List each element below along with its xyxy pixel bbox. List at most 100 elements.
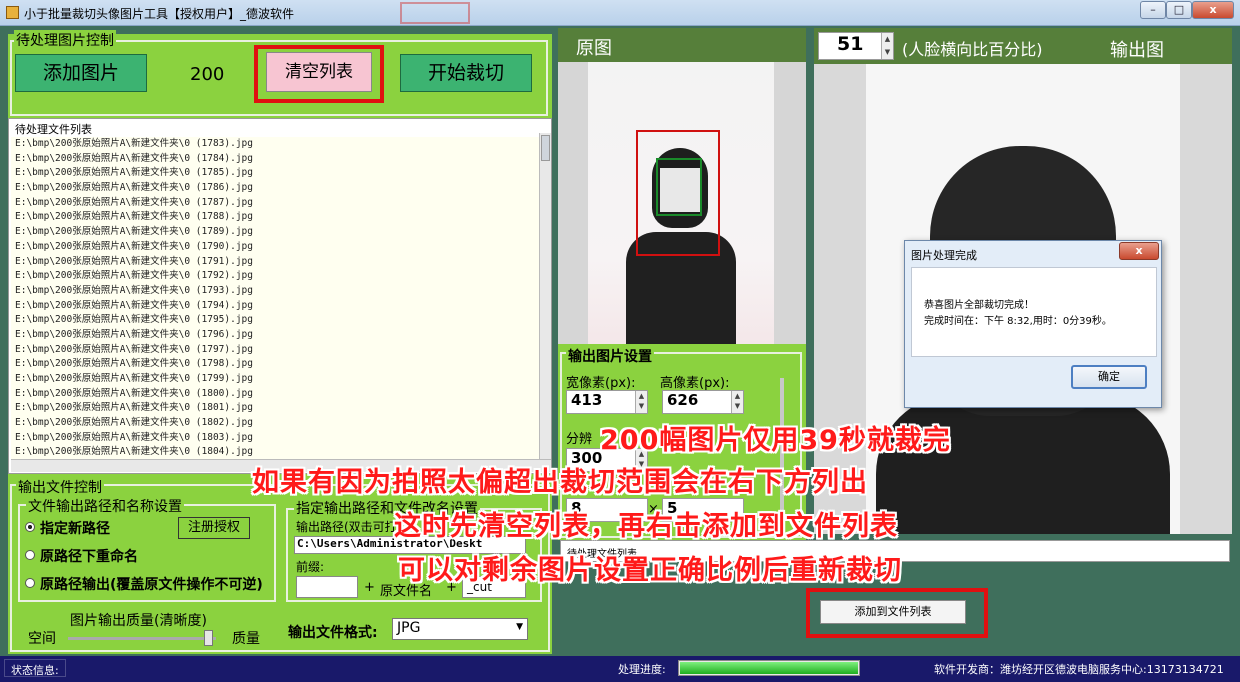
completion-dialog: 图片处理完成 x 恭喜图片全部裁切完成！ 完成时间在：下午 8:32,用时：0分… <box>904 240 1162 408</box>
ratio-label: (人脸横向比百分比) <box>902 40 1043 59</box>
original-image-area <box>558 62 806 344</box>
radio-rename[interactable] <box>25 550 35 560</box>
dialog-content: 恭喜图片全部裁切完成！ 完成时间在：下午 8:32,用时：0分39秒。 <box>911 267 1157 357</box>
radio-new-path[interactable] <box>25 522 35 532</box>
radio-overwrite-label[interactable]: 原路径输出(覆盖原文件操作不可逆) <box>40 574 263 594</box>
add-image-button[interactable]: 添加图片 <box>15 54 147 92</box>
overlay-text-line4: 可以对剩余图片设置正确比例后重新裁切 <box>398 555 902 586</box>
file-list-item[interactable]: E:\bmp\200张原始照片A\新建文件夹\0 (1792).jpg <box>11 269 539 284</box>
dialog-message-line2: 完成时间在：下午 8:32,用时：0分39秒。 <box>924 316 1112 327</box>
progress-label: 处理进度: <box>618 663 666 676</box>
pending-count: 200 <box>190 64 225 85</box>
width-label: 宽像素(px): <box>566 376 636 391</box>
file-list-item[interactable]: E:\bmp\200张原始照片A\新建文件夹\0 (1801).jpg <box>11 401 539 416</box>
output-label: 输出图 <box>1110 40 1164 61</box>
file-list-item[interactable]: E:\bmp\200张原始照片A\新建文件夹\0 (1796).jpg <box>11 328 539 343</box>
background-highlight <box>400 2 470 24</box>
file-list-label: 待处理文件列表 <box>15 123 92 136</box>
overlay-text-line1: 200幅图片仅用39秒就裁完 <box>600 425 951 456</box>
file-list-item[interactable]: E:\bmp\200张原始照片A\新建文件夹\0 (1793).jpg <box>11 284 539 299</box>
file-list-item[interactable]: E:\bmp\200张原始照片A\新建文件夹\0 (1795).jpg <box>11 313 539 328</box>
file-list-item[interactable]: E:\bmp\200张原始照片A\新建文件夹\0 (1791).jpg <box>11 255 539 270</box>
original-label: 原图 <box>576 38 612 59</box>
add-to-list-button[interactable]: 添加到文件列表 <box>820 600 966 624</box>
close-button[interactable]: x <box>1192 1 1234 19</box>
ratio-value: 51 <box>837 33 864 55</box>
plus-sign-1: + <box>364 580 375 595</box>
file-list-item[interactable]: E:\bmp\200张原始照片A\新建文件夹\0 (1803).jpg <box>11 431 539 446</box>
radio-overwrite[interactable] <box>25 578 35 588</box>
dialog-title: 图片处理完成 <box>911 249 977 262</box>
dpi-label: 分辨 <box>566 432 593 447</box>
quality-space-label: 空间 <box>28 631 56 647</box>
pending-group-label: 待处理图片控制 <box>14 30 116 50</box>
file-list[interactable]: E:\bmp\200张原始照片A\新建文件夹\0 (1783).jpg E:\bm… <box>11 137 539 459</box>
radio-new-path-label[interactable]: 指定新路径 <box>40 518 110 538</box>
spinner-arrows-icon[interactable]: ▲ ▼ <box>881 33 893 59</box>
pending-file-list-panel: 待处理文件列表 E:\bmp\200张原始照片A\新建文件夹\0 (1783).… <box>8 118 552 474</box>
minimize-button[interactable]: – <box>1140 1 1166 19</box>
prefix-label: 前缀: <box>296 560 325 574</box>
format-select[interactable]: JPG ▼ <box>392 618 528 640</box>
file-list-item[interactable]: E:\bmp\200张原始照片A\新建文件夹\0 (1797).jpg <box>11 343 539 358</box>
progress-bar <box>678 660 860 676</box>
quality-slider-track[interactable] <box>68 637 216 640</box>
pending-control-panel: 待处理图片控制 添加图片 200 清空列表 开始裁切 <box>8 30 552 118</box>
format-label: 输出文件格式: <box>288 625 378 641</box>
start-crop-button[interactable]: 开始裁切 <box>400 54 532 92</box>
file-list-item[interactable]: E:\bmp\200张原始照片A\新建文件夹\0 (1787).jpg <box>11 196 539 211</box>
output-group-label: 输出文件控制 <box>16 477 104 497</box>
file-list-item[interactable]: E:\bmp\200张原始照片A\新建文件夹\0 (1789).jpg <box>11 225 539 240</box>
window-title: 小于批量裁切头像图片工具【授权用户】_德波软件 <box>24 7 295 21</box>
height-value: 626 <box>667 391 699 409</box>
width-spinner[interactable]: 413 ▲ ▼ <box>566 390 648 414</box>
image-settings-label: 输出图片设置 <box>566 346 654 366</box>
spinner-arrows-icon[interactable]: ▲ ▼ <box>635 391 647 413</box>
overlay-text-line3: 这时先清空列表，再右击添加到文件列表 <box>394 511 898 542</box>
overlay-text-line2: 如果有因为拍照太偏超出裁切范围会在右下方列出 <box>252 467 868 498</box>
original-photo <box>588 62 774 344</box>
output-path-label: 输出路径(双击可打 <box>296 520 397 534</box>
width-value: 413 <box>571 391 603 409</box>
dialog-close-button[interactable]: x <box>1119 242 1159 260</box>
file-list-item[interactable]: E:\bmp\200张原始照片A\新建文件夹\0 (1784).jpg <box>11 152 539 167</box>
register-button[interactable]: 注册授权 <box>178 517 250 539</box>
progress-bar-fill <box>680 662 858 674</box>
file-list-item[interactable]: E:\bmp\200张原始照片A\新建文件夹\0 (1785).jpg <box>11 166 539 181</box>
spinner-arrows-icon[interactable]: ▲ ▼ <box>731 391 743 413</box>
path-group-label: 文件输出路径和名称设置 <box>26 496 184 516</box>
maximize-button[interactable]: □ <box>1166 1 1192 19</box>
file-list-item[interactable]: E:\bmp\200张原始照片A\新建文件夹\0 (1783).jpg <box>11 137 539 152</box>
file-list-item[interactable]: E:\bmp\200张原始照片A\新建文件夹\0 (1802).jpg <box>11 416 539 431</box>
quality-slider-thumb[interactable] <box>204 630 213 646</box>
developer-info: 软件开发商：潍坊经开区德波电脑服务中心:13173134721 <box>934 663 1224 676</box>
file-list-vertical-scrollbar[interactable] <box>539 133 551 459</box>
dialog-message-line1: 恭喜图片全部裁切完成！ <box>924 300 1034 311</box>
file-list-item[interactable]: E:\bmp\200张原始照片A\新建文件夹\0 (1804).jpg <box>11 445 539 459</box>
clear-list-button[interactable]: 清空列表 <box>266 52 372 92</box>
app-icon <box>6 6 19 19</box>
chevron-down-icon: ▼ <box>516 622 523 632</box>
height-label: 高像素(px): <box>660 376 730 391</box>
file-list-item[interactable]: E:\bmp\200张原始照片A\新建文件夹\0 (1800).jpg <box>11 387 539 402</box>
crop-region-box <box>636 130 720 256</box>
dialog-ok-button[interactable]: 确定 <box>1071 365 1147 389</box>
status-label: 状态信息: <box>4 659 66 677</box>
prefix-input[interactable] <box>296 576 358 598</box>
file-list-item[interactable]: E:\bmp\200张原始照片A\新建文件夹\0 (1786).jpg <box>11 181 539 196</box>
format-select-value: JPG <box>397 620 421 636</box>
file-list-item[interactable]: E:\bmp\200张原始照片A\新建文件夹\0 (1799).jpg <box>11 372 539 387</box>
file-list-item[interactable]: E:\bmp\200张原始照片A\新建文件夹\0 (1794).jpg <box>11 299 539 314</box>
ratio-spinner[interactable]: 51 ▲ ▼ <box>818 32 894 60</box>
title-bar: 小于批量裁切头像图片工具【授权用户】_德波软件 – □ x <box>0 0 1240 26</box>
scroll-thumb[interactable] <box>541 135 550 161</box>
radio-rename-label[interactable]: 原路径下重命名 <box>40 546 138 566</box>
height-spinner[interactable]: 626 ▲ ▼ <box>662 390 744 414</box>
file-list-item[interactable]: E:\bmp\200张原始照片A\新建文件夹\0 (1788).jpg <box>11 210 539 225</box>
status-bar: 状态信息: 处理进度: 软件开发商：潍坊经开区德波电脑服务中心:13173134… <box>0 656 1240 682</box>
file-list-item[interactable]: E:\bmp\200张原始照片A\新建文件夹\0 (1790).jpg <box>11 240 539 255</box>
file-list-item[interactable]: E:\bmp\200张原始照片A\新建文件夹\0 (1798).jpg <box>11 357 539 372</box>
original-panel: 原图 <box>558 28 806 344</box>
quality-end-label: 质量 <box>232 631 260 647</box>
quality-label: 图片输出质量(清晰度) <box>70 613 207 629</box>
